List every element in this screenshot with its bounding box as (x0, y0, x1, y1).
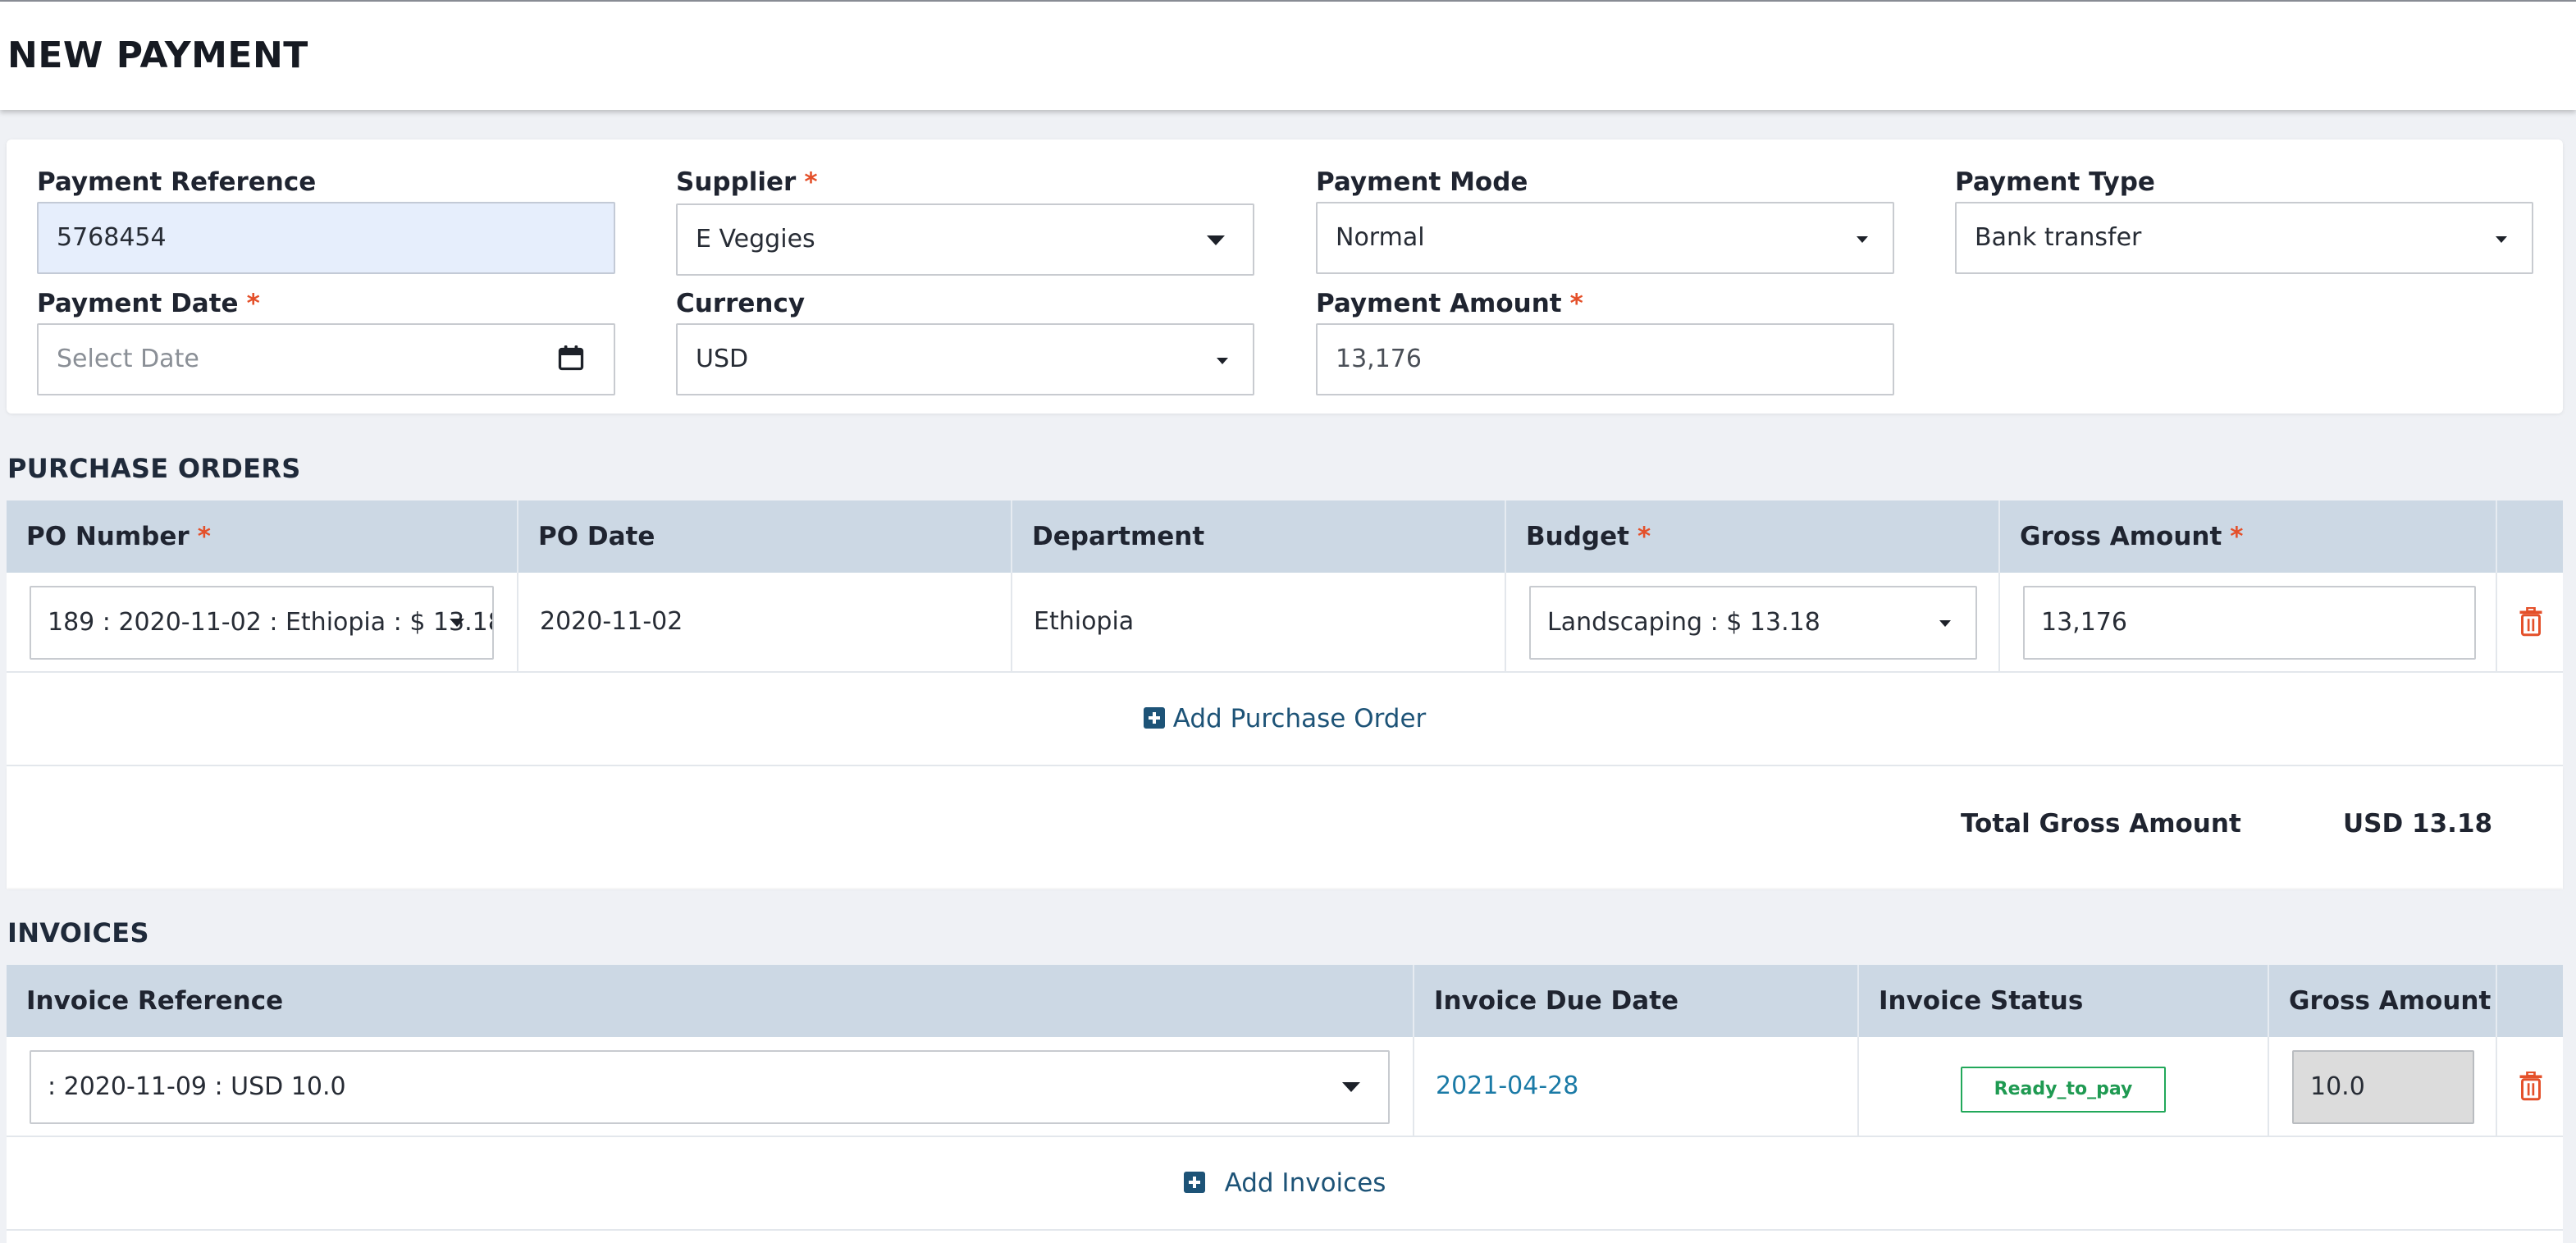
chevron-down-icon (1217, 358, 1228, 364)
payment-form-card: Payment Reference 5768454 Supplier * E Ve… (7, 139, 2563, 414)
payment-type-select[interactable]: Bank transfer (1955, 202, 2533, 274)
supplier-label: Supplier * (676, 167, 818, 197)
add-invoices-button[interactable]: Add Invoices (7, 1137, 2563, 1231)
invoice-reference-select[interactable]: : 2020-11-09 : USD 10.0 (30, 1050, 1390, 1124)
column-header-po-number: PO Number * (26, 522, 211, 551)
currency-select[interactable]: USD (676, 323, 1254, 395)
gross-amount-input[interactable]: 13,176 (2023, 586, 2476, 660)
invoice-due-date-cell: 2021-04-28 (1413, 1037, 1857, 1136)
calendar-icon[interactable] (556, 343, 586, 372)
department-cell: Ethiopia (1011, 573, 1505, 671)
payment-reference-field: Payment Reference 5768454 (37, 166, 615, 274)
column-header-department: Department (1011, 500, 1505, 573)
required-marker: * (1569, 289, 1583, 318)
chevron-down-icon (1342, 1082, 1360, 1092)
budget-select[interactable]: Landscaping : $ 13.18 (1529, 586, 1977, 660)
invoices-header: Invoice Reference Invoice Due Date Invoi… (7, 965, 2563, 1037)
page-header: NEW PAYMENT (0, 2, 2576, 110)
gross-amount-cell: 13,176 (1998, 573, 2496, 671)
supplier-field: Supplier * E Veggies (676, 166, 1254, 276)
invoice-gross-amount-input: 10.0 (2292, 1050, 2474, 1124)
currency-label: Currency (676, 289, 806, 318)
chevron-down-icon (450, 619, 464, 627)
payment-mode-field: Payment Mode Normal (1316, 166, 1894, 274)
trash-icon[interactable] (2519, 1072, 2543, 1101)
actions-cell (2496, 1037, 2563, 1136)
total-gross-amount-row: Total Gross Amount USD 13.18 (7, 766, 2563, 888)
invoices-title: INVOICES (7, 917, 149, 948)
invoice-gross-amount-cell: 10.0 (2268, 1037, 2496, 1136)
payment-type-label: Payment Type (1955, 167, 2155, 197)
column-header-actions (2496, 500, 2563, 573)
currency-field: Currency USD (676, 287, 1254, 395)
column-header-budget: Budget * (1505, 500, 1998, 573)
po-number-select[interactable]: 189 : 2020-11-02 : Ethiopia : $ 13.18 (30, 586, 494, 660)
page-title: NEW PAYMENT (7, 34, 308, 76)
po-date-cell: 2020-11-02 (517, 573, 1011, 671)
table-row: : 2020-11-09 : USD 10.0 2021-04-28 Ready… (7, 1037, 2563, 1137)
column-header-gross-amount: Gross Amount * (1998, 500, 2496, 573)
payment-mode-select[interactable]: Normal (1316, 202, 1894, 274)
actions-cell (2496, 573, 2563, 671)
payment-amount-input[interactable]: 13,176 (1316, 323, 1894, 395)
total-gross-amount-value: USD 13.18 (2343, 809, 2493, 839)
payment-reference-label: Payment Reference (37, 167, 317, 197)
table-row: 189 : 2020-11-02 : Ethiopia : $ 13.18 20… (7, 573, 2563, 673)
payment-date-field: Payment Date * Select Date (37, 287, 615, 395)
plus-square-icon (1183, 1172, 1205, 1193)
column-header-actions (2496, 965, 2563, 1037)
column-header-invoice-status: Invoice Status (1857, 965, 2268, 1037)
invoices-table: Invoice Reference Invoice Due Date Invoi… (7, 965, 2563, 1243)
add-purchase-order-button[interactable]: Add Purchase Order (7, 673, 2563, 766)
column-header-gross-amount: Gross Amount (2268, 965, 2496, 1037)
required-marker: * (804, 167, 818, 197)
required-marker: * (246, 289, 260, 318)
invoice-reference-cell: : 2020-11-09 : USD 10.0 (7, 1037, 1413, 1136)
column-header-invoice-reference: Invoice Reference (26, 986, 284, 1016)
status-badge: Ready_to_pay (1961, 1067, 2166, 1113)
payment-type-field: Payment Type Bank transfer (1955, 166, 2533, 274)
purchase-orders-header: PO Number * PO Date Department Budget * Gr… (7, 500, 2563, 573)
chevron-down-icon (1207, 235, 1225, 245)
invoice-status-cell: Ready_to_pay (1857, 1037, 2268, 1136)
plus-square-icon (1143, 707, 1165, 729)
column-header-po-date: PO Date (517, 500, 1011, 573)
total-gross-amount-label: Total Gross Amount (1961, 809, 2241, 839)
chevron-down-icon (1857, 236, 1868, 243)
chevron-down-icon (1939, 620, 1951, 627)
payment-reference-input[interactable]: 5768454 (37, 202, 615, 274)
payment-amount-label: Payment Amount * (1316, 289, 1583, 318)
budget-cell: Landscaping : $ 13.18 (1505, 573, 1998, 671)
purchase-orders-title: PURCHASE ORDERS (7, 453, 301, 484)
payment-mode-label: Payment Mode (1316, 167, 1528, 197)
column-header-invoice-due-date: Invoice Due Date (1413, 965, 1857, 1037)
trash-icon[interactable] (2519, 607, 2543, 637)
purchase-orders-table: PO Number * PO Date Department Budget * Gr… (7, 500, 2563, 889)
payment-amount-field: Payment Amount * 13,176 (1316, 287, 1894, 395)
payment-date-label: Payment Date * (37, 289, 260, 318)
chevron-down-icon (2496, 236, 2507, 243)
payment-date-input[interactable]: Select Date (37, 323, 615, 395)
po-number-cell: 189 : 2020-11-02 : Ethiopia : $ 13.18 (7, 573, 517, 671)
supplier-select[interactable]: E Veggies (676, 203, 1254, 276)
